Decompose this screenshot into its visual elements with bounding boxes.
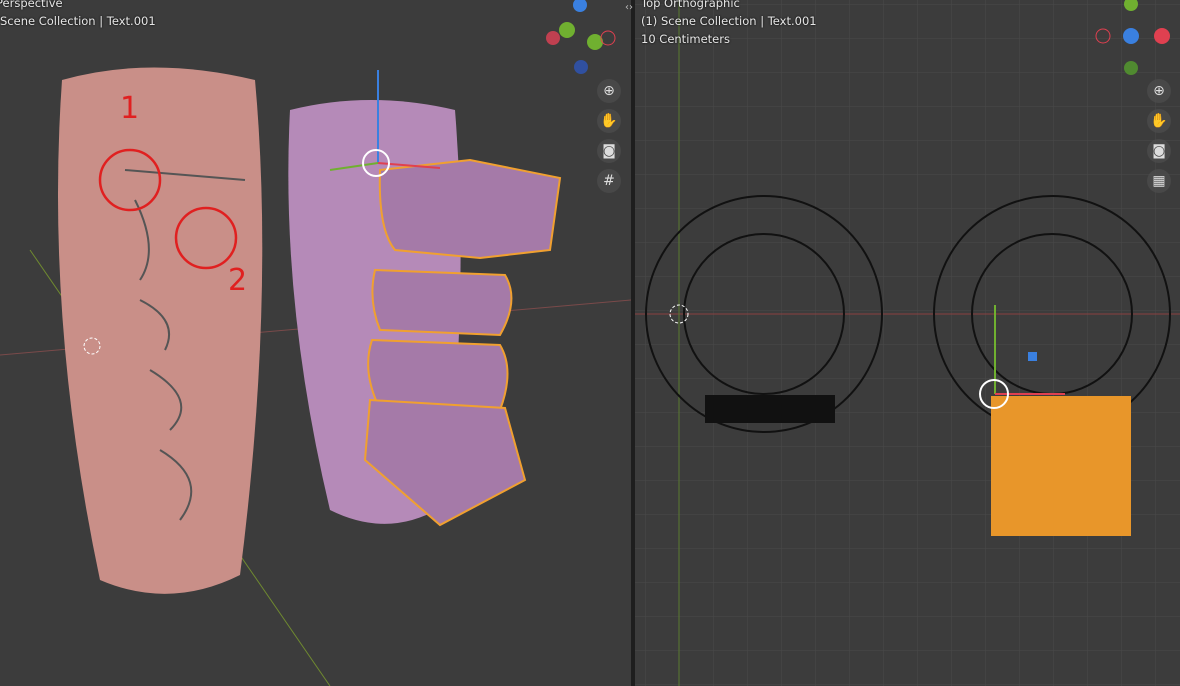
zoom-icon[interactable]: ⊕	[1147, 79, 1171, 103]
hand-pan-icon[interactable]: ✋	[597, 109, 621, 133]
hand-pan-icon[interactable]: ✋	[1147, 109, 1171, 133]
right-viewport-top-ortho[interactable]: Top Orthographic (1) Scene Collection | …	[635, 0, 1180, 686]
selected-text-object	[363, 158, 562, 527]
grid-perspective-icon[interactable]: #	[597, 169, 621, 193]
scale-label: 10 Centimeters	[641, 32, 730, 46]
navigation-gizmo[interactable]	[546, 0, 616, 74]
annotation-label-2: 2	[228, 263, 248, 298]
left-cylinder	[57, 67, 263, 594]
camera-icon[interactable]: ◙	[597, 139, 621, 163]
resize-arrows-icon[interactable]: ‹›	[625, 2, 633, 13]
viewport-mode: Top Orthographic	[641, 0, 740, 10]
z-handle	[1028, 352, 1037, 361]
selected-text-object	[991, 396, 1131, 536]
perspective-scene	[0, 0, 631, 686]
zoom-icon[interactable]: ⊕	[597, 79, 621, 103]
grid	[635, 0, 1180, 686]
grid-ortho-icon[interactable]: ▦	[1147, 169, 1171, 193]
ortho-scene	[635, 0, 1180, 686]
annotation-label-1: 1	[120, 91, 140, 126]
camera-icon[interactable]: ◙	[1147, 139, 1171, 163]
left-text-shadow	[705, 395, 835, 423]
viewport-mode: Perspective	[0, 0, 63, 10]
left-viewport-perspective[interactable]: Perspective Scene Collection | Text.001 …	[0, 0, 631, 686]
collection-label: (1) Scene Collection | Text.001	[641, 14, 817, 28]
collection-label: Scene Collection | Text.001	[0, 14, 156, 28]
